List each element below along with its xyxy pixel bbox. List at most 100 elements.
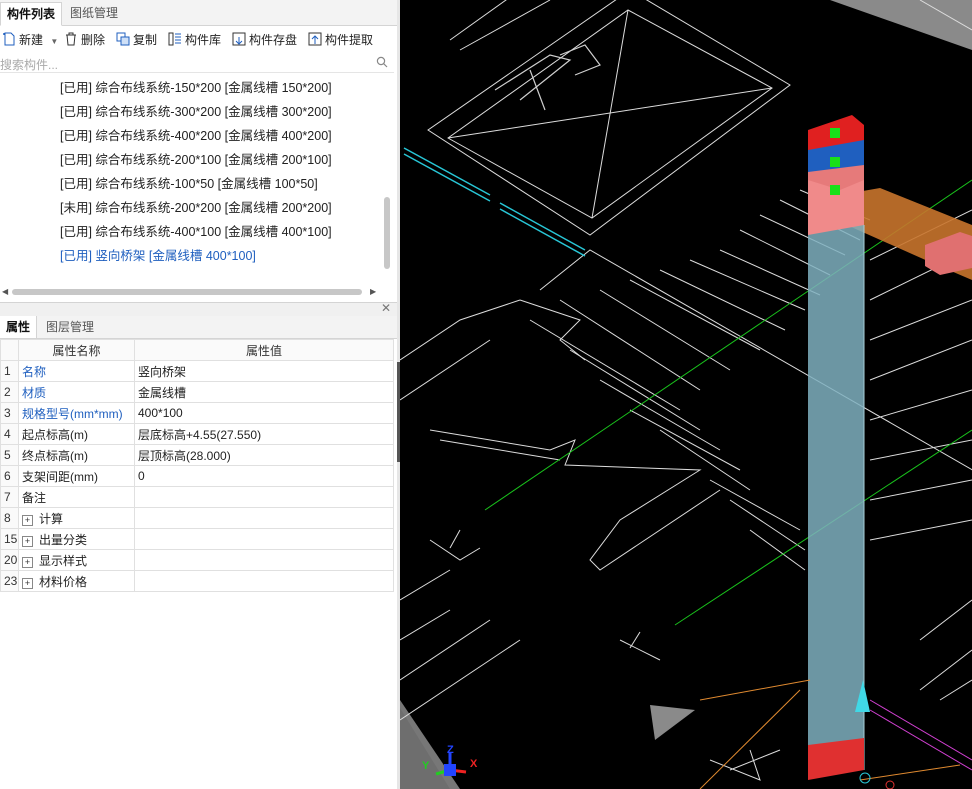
save-component-icon (232, 32, 246, 46)
list-item[interactable]: [已用] 综合布线系统-150*200 [金属线槽 150*200] (60, 76, 332, 100)
left-panel: 构件列表 图纸管理 新建 ▼ 删除 复制 构件库 构件存盘 构件提取 搜索构件.… (0, 0, 397, 789)
cad-3d-viewport[interactable]: Z Y X (400, 0, 972, 789)
row-number: 15 (0, 528, 19, 550)
property-group[interactable]: + 计算 (18, 507, 135, 529)
table-row[interactable]: 3 规格型号(mm*mm) 400*100 (0, 402, 394, 424)
property-name: 名称 (18, 360, 135, 382)
circle-symbol (885, 780, 895, 789)
property-group[interactable]: + 材料价格 (18, 570, 135, 592)
library-label: 构件库 (185, 33, 222, 47)
panel-splitter[interactable]: ✕ (0, 301, 397, 317)
property-value[interactable]: 金属线槽 (134, 381, 394, 403)
property-value (134, 549, 394, 571)
cad-text-shape (494, 44, 601, 111)
list-horizontal-scrollbar[interactable] (12, 289, 362, 295)
property-group[interactable]: + 出量分类 (18, 528, 135, 550)
property-tabs: 属性 图层管理 (0, 316, 397, 339)
property-table: 属性名称 属性值 1 名称 竖向桥架 2 材质 金属线槽 3 规格型号(mm*m… (0, 339, 394, 592)
expand-icon[interactable]: + (22, 514, 33, 526)
row-number: 3 (0, 402, 19, 424)
expand-icon[interactable]: + (22, 556, 33, 568)
cad-drawing[interactable] (400, 0, 972, 789)
tab-drawing-management[interactable]: 图纸管理 (64, 2, 124, 24)
row-number: 5 (0, 444, 19, 466)
component-library-button[interactable]: 构件库 (168, 30, 221, 50)
property-value[interactable]: 0 (134, 465, 394, 487)
header-property-name: 属性名称 (18, 339, 135, 361)
list-item[interactable]: [已用] 综合布线系统-100*50 [金属线槽 100*50] (60, 172, 318, 196)
table-row[interactable]: 23 + 材料价格 (0, 570, 394, 592)
property-value[interactable]: 层顶标高(28.000) (134, 444, 394, 466)
header-property-value: 属性值 (134, 339, 394, 361)
copy-icon (116, 32, 130, 46)
delete-label: 删除 (81, 33, 106, 47)
vertical-cable-tray (808, 115, 865, 780)
property-group[interactable]: + 显示样式 (18, 549, 135, 571)
list-item[interactable]: [已用] 综合布线系统-400*200 [金属线槽 400*200] (60, 124, 332, 148)
row-number: 20 (0, 549, 19, 571)
list-item[interactable]: [已用] 综合布线系统-200*100 [金属线槽 200*100] (60, 148, 332, 172)
tab-component-list[interactable]: 构件列表 (0, 2, 63, 26)
row-number: 23 (0, 570, 19, 592)
property-value[interactable]: 400*100 (134, 402, 394, 424)
table-row[interactable]: 7 备注 (0, 486, 394, 508)
row-number: 1 (0, 360, 19, 382)
delete-button[interactable]: 删除 (64, 30, 105, 50)
search-icon[interactable] (376, 56, 388, 68)
property-value (134, 570, 394, 592)
extract-icon (308, 32, 322, 46)
component-save-button[interactable]: 构件存盘 (232, 30, 297, 50)
magenta-line (869, 699, 972, 771)
table-row[interactable]: 5 终点标高(m) 层顶标高(28.000) (0, 444, 394, 466)
floor-slab (830, 0, 972, 50)
component-search[interactable]: 搜索构件... (0, 54, 394, 73)
list-item-selected[interactable]: [已用] 竖向桥架 [金属线槽 400*100] (60, 244, 256, 268)
copy-label: 复制 (133, 33, 158, 47)
table-row[interactable]: 6 支架间距(mm) 0 (0, 465, 394, 487)
table-row[interactable]: 20 + 显示样式 (0, 549, 394, 571)
component-toolbar: 新建 ▼ 删除 复制 构件库 构件存盘 构件提取 (0, 27, 397, 53)
table-row[interactable]: 15 + 出量分类 (0, 528, 394, 550)
table-row[interactable]: 4 起点标高(m) 层底标高+4.55(27.550) (0, 423, 394, 445)
library-icon (168, 32, 181, 46)
list-vertical-scrollbar[interactable] (384, 197, 390, 269)
tab-layer-management[interactable]: 图层管理 (40, 316, 100, 338)
scroll-right-icon[interactable]: ▶ (370, 287, 376, 296)
property-name: 材质 (18, 381, 135, 403)
row-number: 8 (0, 507, 19, 529)
property-value[interactable]: 竖向桥架 (134, 360, 394, 382)
close-icon[interactable]: ✕ (381, 301, 391, 315)
circle-symbol (859, 772, 871, 784)
property-value (134, 528, 394, 550)
expand-icon[interactable]: + (22, 535, 33, 547)
property-name: 出量分类 (39, 532, 88, 547)
row-number: 7 (0, 486, 19, 508)
property-name: 材料价格 (39, 574, 88, 589)
component-extract-button[interactable]: 构件提取 (308, 30, 373, 50)
expand-icon[interactable]: + (22, 577, 33, 589)
x-axis-label: X (470, 758, 478, 770)
property-name: 起点标高(m) (18, 423, 135, 445)
property-value[interactable] (134, 486, 394, 508)
copy-button[interactable]: 复制 (116, 30, 157, 50)
list-item[interactable]: [已用] 综合布线系统-400*100 [金属线槽 400*100] (60, 220, 332, 244)
search-input[interactable]: 搜索构件... (0, 56, 58, 73)
header-num (0, 339, 19, 361)
table-row[interactable]: 2 材质 金属线槽 (0, 381, 394, 403)
north-arrow-marker (650, 705, 695, 740)
table-row[interactable]: 1 名称 竖向桥架 (0, 360, 394, 382)
new-button[interactable]: 新建 ▼ (2, 30, 58, 50)
tab-properties[interactable]: 属性 (0, 316, 38, 338)
list-item[interactable]: [未用] 综合布线系统-200*200 [金属线槽 200*200] (60, 196, 332, 220)
y-axis-label: Y (422, 760, 430, 772)
property-name: 备注 (18, 486, 135, 508)
property-value[interactable]: 层底标高+4.55(27.550) (134, 423, 394, 445)
property-name: 支架间距(mm) (18, 465, 135, 487)
cad-linework (400, 0, 972, 781)
property-name: 规格型号(mm*mm) (18, 402, 135, 424)
table-row[interactable]: 8 + 计算 (0, 507, 394, 529)
chevron-down-icon[interactable]: ▼ (50, 37, 58, 46)
row-number: 4 (0, 423, 19, 445)
list-item[interactable]: [已用] 综合布线系统-300*200 [金属线槽 300*200] (60, 100, 332, 124)
scroll-left-icon[interactable]: ◀ (2, 287, 8, 296)
